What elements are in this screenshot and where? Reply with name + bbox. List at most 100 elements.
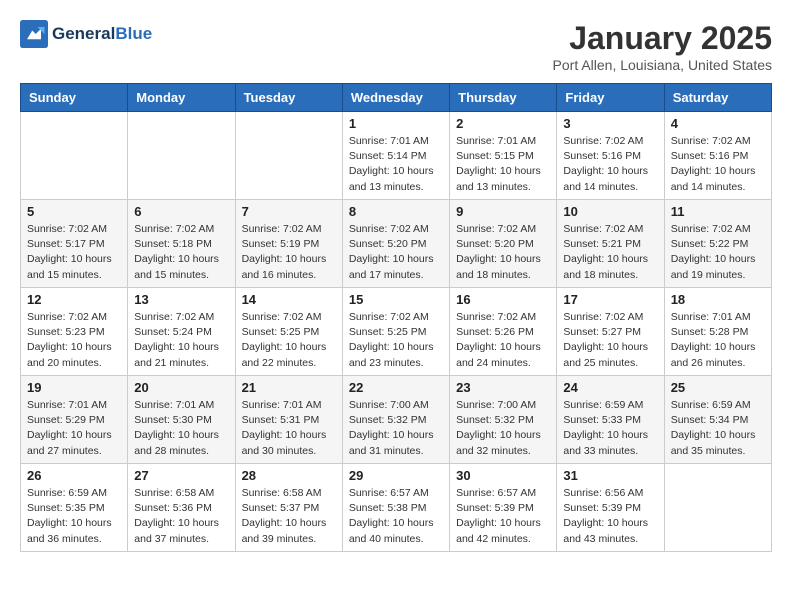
calendar-cell: 6Sunrise: 7:02 AM Sunset: 5:18 PM Daylig… — [128, 200, 235, 288]
calendar-cell — [21, 112, 128, 200]
logo-text-block: GeneralBlue — [52, 25, 152, 44]
calendar-cell: 23 Sunrise: 7:00 AM Sunset: 5:32 PM Dayli… — [450, 376, 557, 464]
calendar-cell: 17Sunrise: 7:02 AM Sunset: 5:27 PM Dayli… — [557, 288, 664, 376]
logo-general: General — [52, 24, 115, 43]
calendar-cell: 11 Sunrise: 7:02 AM Sunset: 5:22 PM Dayli… — [664, 200, 771, 288]
calendar-cell: 8 Sunrise: 7:02 AM Sunset: 5:20 PM Daylig… — [342, 200, 449, 288]
calendar-table: SundayMondayTuesdayWednesdayThursdayFrid… — [20, 83, 772, 552]
day-info: Sunrise: 7:00 AM Sunset: 5:32 PM Dayligh… — [456, 398, 550, 459]
day-info: Sunrise: 7:02 AM Sunset: 5:16 PM Dayligh… — [671, 134, 765, 195]
day-info: Sunrise: 7:00 AM Sunset: 5:32 PM Dayligh… — [349, 398, 443, 459]
calendar-cell: 1Sunrise: 7:01 AM Sunset: 5:14 PM Daylig… — [342, 112, 449, 200]
calendar-week-row: 26 Sunrise: 6:59 AM Sunset: 5:35 PM Dayli… — [21, 464, 772, 552]
day-info: Sunrise: 6:58 AM Sunset: 5:37 PM Dayligh… — [242, 486, 336, 547]
day-number: 24 — [563, 380, 657, 395]
calendar-cell: 3 Sunrise: 7:02 AM Sunset: 5:16 PM Daylig… — [557, 112, 664, 200]
calendar-cell: 16Sunrise: 7:02 AM Sunset: 5:26 PM Dayli… — [450, 288, 557, 376]
day-info: Sunrise: 7:01 AM Sunset: 5:30 PM Dayligh… — [134, 398, 228, 459]
day-number: 14 — [242, 292, 336, 307]
day-info: Sunrise: 7:02 AM Sunset: 5:25 PM Dayligh… — [242, 310, 336, 371]
page-header: GeneralBlue January 2025 Port Allen, Lou… — [20, 20, 772, 73]
calendar-cell: 9Sunrise: 7:02 AM Sunset: 5:20 PM Daylig… — [450, 200, 557, 288]
logo-icon — [20, 20, 48, 48]
day-number: 25 — [671, 380, 765, 395]
calendar-cell: 27 Sunrise: 6:58 AM Sunset: 5:36 PM Dayli… — [128, 464, 235, 552]
day-number: 11 — [671, 204, 765, 219]
calendar-cell: 22 Sunrise: 7:00 AM Sunset: 5:32 PM Dayli… — [342, 376, 449, 464]
day-info: Sunrise: 7:02 AM Sunset: 5:18 PM Dayligh… — [134, 222, 228, 283]
calendar-cell: 25 Sunrise: 6:59 AM Sunset: 5:34 PM Dayli… — [664, 376, 771, 464]
day-number: 3 — [563, 116, 657, 131]
day-info: Sunrise: 7:02 AM Sunset: 5:22 PM Dayligh… — [671, 222, 765, 283]
day-number: 12 — [27, 292, 121, 307]
weekday-header-row: SundayMondayTuesdayWednesdayThursdayFrid… — [21, 84, 772, 112]
location-text: Port Allen, Louisiana, United States — [553, 57, 772, 73]
weekday-header-friday: Friday — [557, 84, 664, 112]
calendar-week-row: 12Sunrise: 7:02 AM Sunset: 5:23 PM Dayli… — [21, 288, 772, 376]
calendar-cell — [128, 112, 235, 200]
day-number: 29 — [349, 468, 443, 483]
calendar-cell: 30 Sunrise: 6:57 AM Sunset: 5:39 PM Dayli… — [450, 464, 557, 552]
day-info: Sunrise: 7:02 AM Sunset: 5:27 PM Dayligh… — [563, 310, 657, 371]
day-number: 4 — [671, 116, 765, 131]
day-info: Sunrise: 7:02 AM Sunset: 5:24 PM Dayligh… — [134, 310, 228, 371]
day-number: 22 — [349, 380, 443, 395]
calendar-cell: 5 Sunrise: 7:02 AM Sunset: 5:17 PM Daylig… — [21, 200, 128, 288]
day-number: 7 — [242, 204, 336, 219]
day-number: 8 — [349, 204, 443, 219]
weekday-header-thursday: Thursday — [450, 84, 557, 112]
day-number: 5 — [27, 204, 121, 219]
day-number: 23 — [456, 380, 550, 395]
day-info: Sunrise: 7:01 AM Sunset: 5:14 PM Dayligh… — [349, 134, 443, 195]
calendar-week-row: 5 Sunrise: 7:02 AM Sunset: 5:17 PM Daylig… — [21, 200, 772, 288]
day-info: Sunrise: 7:01 AM Sunset: 5:28 PM Dayligh… — [671, 310, 765, 371]
weekday-header-saturday: Saturday — [664, 84, 771, 112]
day-number: 28 — [242, 468, 336, 483]
day-info: Sunrise: 6:59 AM Sunset: 5:34 PM Dayligh… — [671, 398, 765, 459]
logo-blue: Blue — [115, 24, 152, 43]
calendar-cell: 10 Sunrise: 7:02 AM Sunset: 5:21 PM Dayli… — [557, 200, 664, 288]
calendar-cell: 19 Sunrise: 7:01 AM Sunset: 5:29 PM Dayli… — [21, 376, 128, 464]
day-info: Sunrise: 6:57 AM Sunset: 5:38 PM Dayligh… — [349, 486, 443, 547]
calendar-week-row: 19 Sunrise: 7:01 AM Sunset: 5:29 PM Dayli… — [21, 376, 772, 464]
day-info: Sunrise: 7:02 AM Sunset: 5:20 PM Dayligh… — [349, 222, 443, 283]
day-info: Sunrise: 6:59 AM Sunset: 5:33 PM Dayligh… — [563, 398, 657, 459]
weekday-header-sunday: Sunday — [21, 84, 128, 112]
calendar-cell: 7 Sunrise: 7:02 AM Sunset: 5:19 PM Daylig… — [235, 200, 342, 288]
calendar-cell: 24 Sunrise: 6:59 AM Sunset: 5:33 PM Dayli… — [557, 376, 664, 464]
logo: GeneralBlue — [20, 20, 152, 48]
calendar-week-row: 1Sunrise: 7:01 AM Sunset: 5:14 PM Daylig… — [21, 112, 772, 200]
day-info: Sunrise: 7:02 AM Sunset: 5:19 PM Dayligh… — [242, 222, 336, 283]
calendar-cell: 18 Sunrise: 7:01 AM Sunset: 5:28 PM Dayli… — [664, 288, 771, 376]
day-info: Sunrise: 6:57 AM Sunset: 5:39 PM Dayligh… — [456, 486, 550, 547]
day-info: Sunrise: 7:01 AM Sunset: 5:15 PM Dayligh… — [456, 134, 550, 195]
day-number: 31 — [563, 468, 657, 483]
title-block: January 2025 Port Allen, Louisiana, Unit… — [553, 20, 772, 73]
day-info: Sunrise: 7:02 AM Sunset: 5:25 PM Dayligh… — [349, 310, 443, 371]
day-info: Sunrise: 6:58 AM Sunset: 5:36 PM Dayligh… — [134, 486, 228, 547]
day-number: 10 — [563, 204, 657, 219]
calendar-cell: 26 Sunrise: 6:59 AM Sunset: 5:35 PM Dayli… — [21, 464, 128, 552]
day-info: Sunrise: 6:56 AM Sunset: 5:39 PM Dayligh… — [563, 486, 657, 547]
day-number: 19 — [27, 380, 121, 395]
calendar-cell: 14 Sunrise: 7:02 AM Sunset: 5:25 PM Dayli… — [235, 288, 342, 376]
day-number: 18 — [671, 292, 765, 307]
day-number: 16 — [456, 292, 550, 307]
weekday-header-monday: Monday — [128, 84, 235, 112]
day-info: Sunrise: 7:02 AM Sunset: 5:21 PM Dayligh… — [563, 222, 657, 283]
day-info: Sunrise: 7:02 AM Sunset: 5:16 PM Dayligh… — [563, 134, 657, 195]
day-number: 30 — [456, 468, 550, 483]
month-title: January 2025 — [553, 20, 772, 57]
day-info: Sunrise: 7:02 AM Sunset: 5:20 PM Dayligh… — [456, 222, 550, 283]
day-number: 27 — [134, 468, 228, 483]
calendar-cell: 31 Sunrise: 6:56 AM Sunset: 5:39 PM Dayli… — [557, 464, 664, 552]
day-info: Sunrise: 6:59 AM Sunset: 5:35 PM Dayligh… — [27, 486, 121, 547]
day-info: Sunrise: 7:02 AM Sunset: 5:17 PM Dayligh… — [27, 222, 121, 283]
day-number: 26 — [27, 468, 121, 483]
calendar-cell: 21Sunrise: 7:01 AM Sunset: 5:31 PM Dayli… — [235, 376, 342, 464]
calendar-cell: 13Sunrise: 7:02 AM Sunset: 5:24 PM Dayli… — [128, 288, 235, 376]
calendar-cell: 29 Sunrise: 6:57 AM Sunset: 5:38 PM Dayli… — [342, 464, 449, 552]
day-info: Sunrise: 7:01 AM Sunset: 5:31 PM Dayligh… — [242, 398, 336, 459]
calendar-cell: 12Sunrise: 7:02 AM Sunset: 5:23 PM Dayli… — [21, 288, 128, 376]
day-info: Sunrise: 7:01 AM Sunset: 5:29 PM Dayligh… — [27, 398, 121, 459]
